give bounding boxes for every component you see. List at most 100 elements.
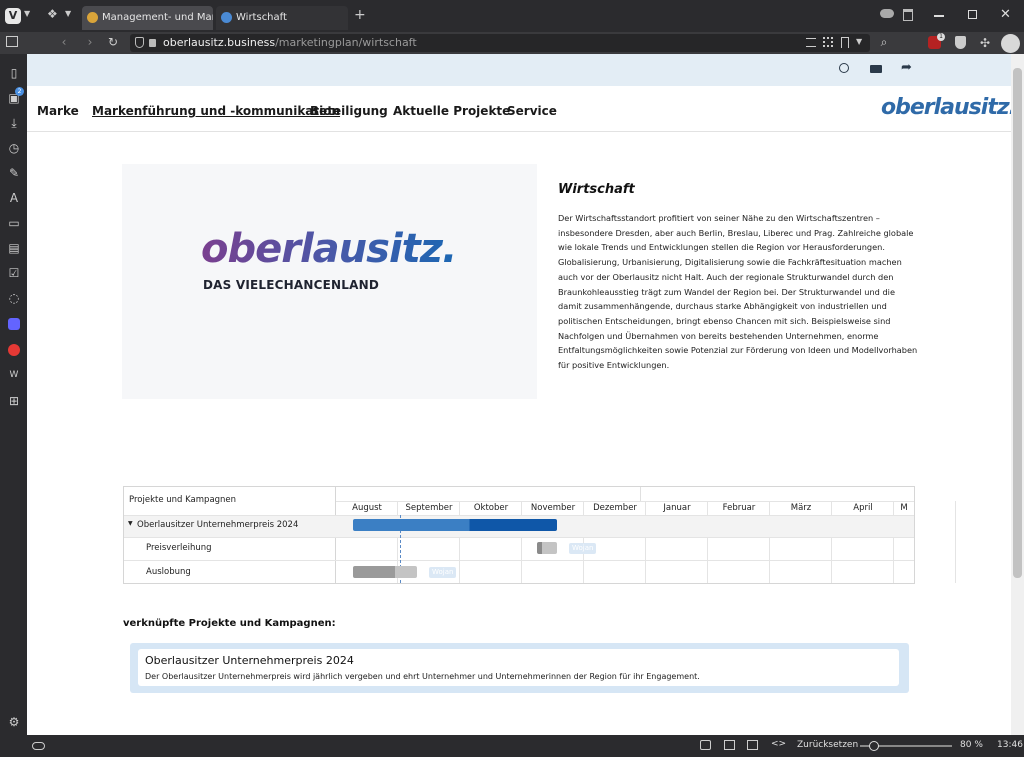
linked-project-desc: Der Oberlausitzer Unternehmerpreis wird … [145,672,700,681]
zoom-slider[interactable] [860,741,952,751]
vivaldi-menu-button[interactable]: V [5,8,21,24]
zoom-level: 80 % [960,740,983,750]
history-icon[interactable]: ◷ [7,141,21,155]
bookmarks-icon[interactable]: ▯ [7,66,21,80]
url-path: /marketingplan/wirtschaft [275,36,417,49]
add-panel-icon[interactable]: ⊞ [7,394,21,408]
expand-caret-icon[interactable]: ▼ [128,520,133,527]
capture-icon[interactable] [700,740,711,750]
zoom-reset-button[interactable]: Zurücksetzen [797,740,858,750]
clock: 13:46 [997,740,1023,750]
gantt-month-label: Februar [722,503,756,513]
gantt-month-label: September [405,503,453,513]
site-favicon-icon [221,12,232,23]
nav-marke[interactable]: Marke [37,104,79,118]
browser-side-panel: ▯ ▣ 2 ⤓ ◷ ✎ A ▭ ▤ ☑ ◌ W ⊞ ⚙ [0,54,27,735]
brand-logo[interactable]: oberlausitz. [881,95,1011,120]
workspaces-icon[interactable]: ❖ [47,7,58,21]
chevron-down-icon[interactable]: ▼ [856,37,862,46]
code-icon[interactable]: <> [771,739,786,749]
gantt-month-label: Januar [663,503,691,513]
search-icon[interactable]: ⌕ [877,35,891,49]
chevron-down-icon[interactable]: ▼ [24,9,30,18]
gantt-month-label: November [530,503,576,513]
hero-image: oberlausitz. DAS VIELECHANCENLAND [122,164,537,399]
article-title: Wirtschaft [558,182,635,197]
tab-wirtschaft[interactable]: Wirtschaft [216,6,348,30]
mastodon-icon[interactable] [8,318,20,330]
minimize-button[interactable] [934,15,944,17]
tab-management[interactable]: Management- und Marketin [82,6,213,30]
trash-icon[interactable] [903,9,913,21]
back-icon[interactable]: ‹ [57,35,71,49]
chevron-down-icon[interactable]: ▼ [65,9,71,18]
linked-project-card[interactable]: Oberlausitzer Unternehmerpreis 2024 Der … [130,643,909,693]
tiling-icon[interactable] [747,740,758,750]
new-tab-button[interactable]: + [354,8,366,22]
shield-extension-icon[interactable] [955,36,966,49]
extensions-puzzle-icon[interactable]: ✣ [978,36,992,50]
vivaldi-social-icon[interactable] [8,344,20,356]
settings-gear-icon[interactable]: ⚙ [7,715,21,729]
reload-icon[interactable]: ↻ [106,35,120,49]
panel-badge: 2 [15,87,24,96]
article-body: Der Wirtschaftsstandort profitiert von s… [558,213,918,371]
gantt-group-bar[interactable] [353,519,557,531]
gantt-row-label[interactable]: Oberlausitzer Unternehmerpreis 2024 [137,520,298,530]
nav-beteiligung[interactable]: Beteiligung [310,104,388,118]
nav-service[interactable]: Service [507,104,557,118]
lock-icon[interactable] [149,39,156,47]
gantt-month-label: April [853,503,873,513]
shield-icon[interactable] [135,37,144,48]
linked-projects-heading: verknüpfte Projekte und Kampagnen: [123,618,336,629]
print-icon[interactable] [870,65,882,73]
gantt-month-label: Dezember [593,503,637,513]
gantt-task-bar-auslobung[interactable] [353,566,417,578]
owner-chip: Wojan [429,567,457,578]
bookmark-icon[interactable] [841,37,849,48]
downloads-icon[interactable]: ⤓ [7,116,21,130]
zoom-slider-knob[interactable] [868,741,879,751]
feeds-icon[interactable]: ◌ [7,291,21,305]
nav-aktuelle-projekte[interactable]: Aktuelle Projekte [393,104,510,118]
image-icon[interactable] [724,740,735,750]
gantt-timeline: Projekte und Kampagnen ▼ Oberlausitzer U… [123,486,956,584]
tasks-icon[interactable]: ☑ [7,266,21,280]
cloud-icon[interactable] [32,742,45,750]
hero-logo-wordmark: oberlausitz. [201,226,457,272]
nav-markenfuehrung[interactable]: Markenführung und -kommunikation [92,104,340,118]
linked-project-title[interactable]: Oberlausitzer Unternehmerpreis 2024 [145,654,354,667]
wikipedia-icon[interactable]: W [7,368,21,382]
calendar-icon[interactable]: ▤ [7,241,21,255]
profile-avatar[interactable] [1001,34,1020,53]
forward-icon[interactable]: › [83,35,97,49]
maximize-button[interactable] [968,10,977,19]
notes-icon[interactable]: ✎ [7,166,21,180]
gantt-row-label[interactable]: Preisverleihung [146,543,212,553]
extension-badge: 1 [937,33,945,41]
browser-tab-bar: V ▼ ❖ ▼ Management- und Marketin Wirtsch… [0,0,1024,32]
window-icon[interactable]: ▭ [7,216,21,230]
gantt-task-bar-preisverleihung[interactable] [537,542,557,554]
gantt-row-label[interactable]: Auslobung [146,567,191,577]
translate-icon[interactable]: A [7,191,21,205]
url-field[interactable]: oberlausitz.business/marketingplan/wirts… [130,34,870,52]
gantt-row-line [124,560,914,561]
share-icon[interactable]: ➦ [901,60,912,75]
gantt-month-label: Oktober [473,503,509,513]
cloud-sync-icon[interactable] [880,9,894,18]
scrollbar-thumb[interactable] [1013,68,1022,578]
linked-project-inner: Oberlausitzer Unternehmerpreis 2024 Der … [138,649,899,686]
gantt-month-label: August [352,503,382,513]
browser-status-bar: <> Zurücksetzen 80 % 13:46 [0,735,1024,757]
close-button[interactable]: ✕ [1000,7,1011,22]
main-navigation: Marke Markenführung und -kommunikation B… [27,86,1011,132]
gantt-month-label: März [790,503,812,513]
search-icon[interactable] [839,63,849,73]
reader-view-icon[interactable] [806,38,816,47]
page-scrollbar[interactable] [1011,54,1024,735]
panel-toggle-icon[interactable] [6,36,18,47]
address-toolbar: ‹ › ↻ oberlausitz.business/marketingplan… [0,32,1024,54]
qr-code-icon[interactable] [823,37,833,47]
site-favicon-icon [87,12,98,23]
